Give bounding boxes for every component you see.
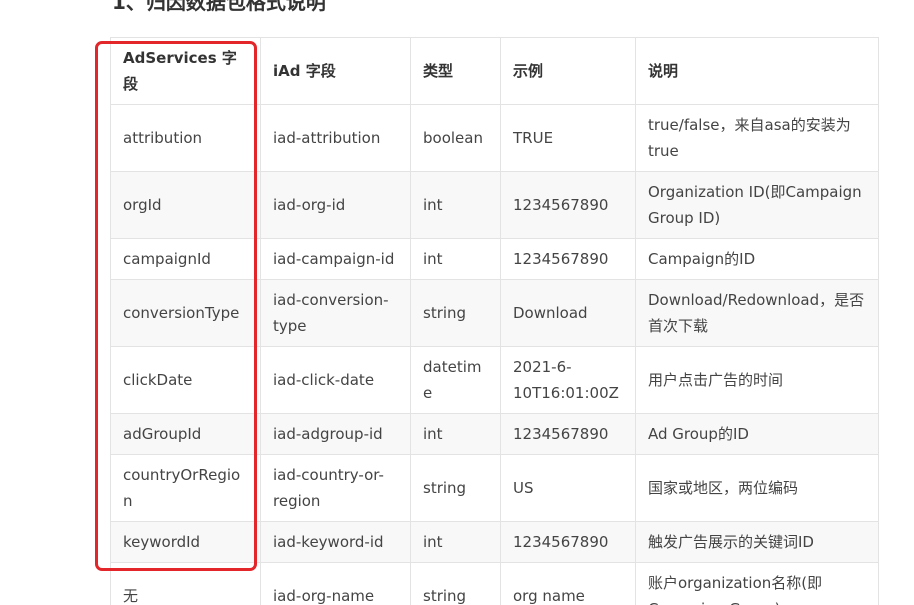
cell-example: org name: [500, 562, 636, 605]
cell-adservices-field: attribution: [110, 104, 261, 172]
cell-description: 触发广告展示的关键词ID: [635, 521, 879, 563]
cell-iad-field: iad-country-or-region: [260, 454, 411, 522]
section-heading: 1、归因数据包格式说明: [112, 0, 326, 14]
table-row: adGroupId iad-adgroup-id int 1234567890 …: [110, 413, 879, 455]
cell-adservices-field: clickDate: [110, 346, 261, 414]
table-row: 无 iad-org-name string org name 账户organiz…: [110, 562, 879, 605]
cell-example: 1234567890: [500, 521, 636, 563]
table-row: clickDate iad-click-date datetime 2021-6…: [110, 346, 879, 414]
cell-example: US: [500, 454, 636, 522]
table-row: keywordId iad-keyword-id int 1234567890 …: [110, 521, 879, 563]
cell-adservices-field: campaignId: [110, 238, 261, 280]
table-row: countryOrRegion iad-country-or-region st…: [110, 454, 879, 522]
header-iad-field: iAd 字段: [260, 37, 411, 105]
cell-type: int: [410, 238, 501, 280]
cell-adservices-field: countryOrRegion: [110, 454, 261, 522]
cell-type: int: [410, 413, 501, 455]
cell-iad-field: iad-campaign-id: [260, 238, 411, 280]
table-row: orgId iad-org-id int 1234567890 Organiza…: [110, 171, 879, 239]
cell-adservices-field: conversionType: [110, 279, 261, 347]
cell-type: int: [410, 521, 501, 563]
cell-adservices-field: orgId: [110, 171, 261, 239]
cell-example: 1234567890: [500, 238, 636, 280]
cell-example: 1234567890: [500, 413, 636, 455]
cell-description: Campaign的ID: [635, 238, 879, 280]
attribution-field-table: AdServices 字段 iAd 字段 类型 示例 说明 attributio…: [110, 37, 879, 605]
cell-type: datetime: [410, 346, 501, 414]
cell-iad-field: iad-adgroup-id: [260, 413, 411, 455]
cell-example: 1234567890: [500, 171, 636, 239]
table-row: conversionType iad-conversion-type strin…: [110, 279, 879, 347]
cell-adservices-field: 无: [110, 562, 261, 605]
table-header-row: AdServices 字段 iAd 字段 类型 示例 说明: [110, 37, 879, 105]
cell-adservices-field: keywordId: [110, 521, 261, 563]
cell-description: 用户点击广告的时间: [635, 346, 879, 414]
header-example: 示例: [500, 37, 636, 105]
cell-description: Ad Group的ID: [635, 413, 879, 455]
cell-iad-field: iad-org-name: [260, 562, 411, 605]
cell-example: TRUE: [500, 104, 636, 172]
cell-type: string: [410, 279, 501, 347]
header-type: 类型: [410, 37, 501, 105]
cell-iad-field: iad-click-date: [260, 346, 411, 414]
cell-type: boolean: [410, 104, 501, 172]
header-adservices-field: AdServices 字段: [110, 37, 261, 105]
cell-type: int: [410, 171, 501, 239]
cell-example: 2021-6-10T16:01:00Z: [500, 346, 636, 414]
cell-description: Download/Redownload，是否首次下载: [635, 279, 879, 347]
cell-description: 国家或地区，两位编码: [635, 454, 879, 522]
header-description: 说明: [635, 37, 879, 105]
cell-iad-field: iad-keyword-id: [260, 521, 411, 563]
cell-iad-field: iad-conversion-type: [260, 279, 411, 347]
cell-type: string: [410, 562, 501, 605]
cell-description: Organization ID(即Campaign Group ID): [635, 171, 879, 239]
cell-description: true/false，来自asa的安装为true: [635, 104, 879, 172]
cell-iad-field: iad-org-id: [260, 171, 411, 239]
cell-iad-field: iad-attribution: [260, 104, 411, 172]
cell-description: 账户organization名称(即Campaign Group): [635, 562, 879, 605]
cell-type: string: [410, 454, 501, 522]
table-row: attribution iad-attribution boolean TRUE…: [110, 104, 879, 172]
cell-adservices-field: adGroupId: [110, 413, 261, 455]
table-row: campaignId iad-campaign-id int 123456789…: [110, 238, 879, 280]
cell-example: Download: [500, 279, 636, 347]
document-page: 1、归因数据包格式说明 AdServices 字段 iAd 字段 类型 示例 说…: [0, 0, 914, 605]
